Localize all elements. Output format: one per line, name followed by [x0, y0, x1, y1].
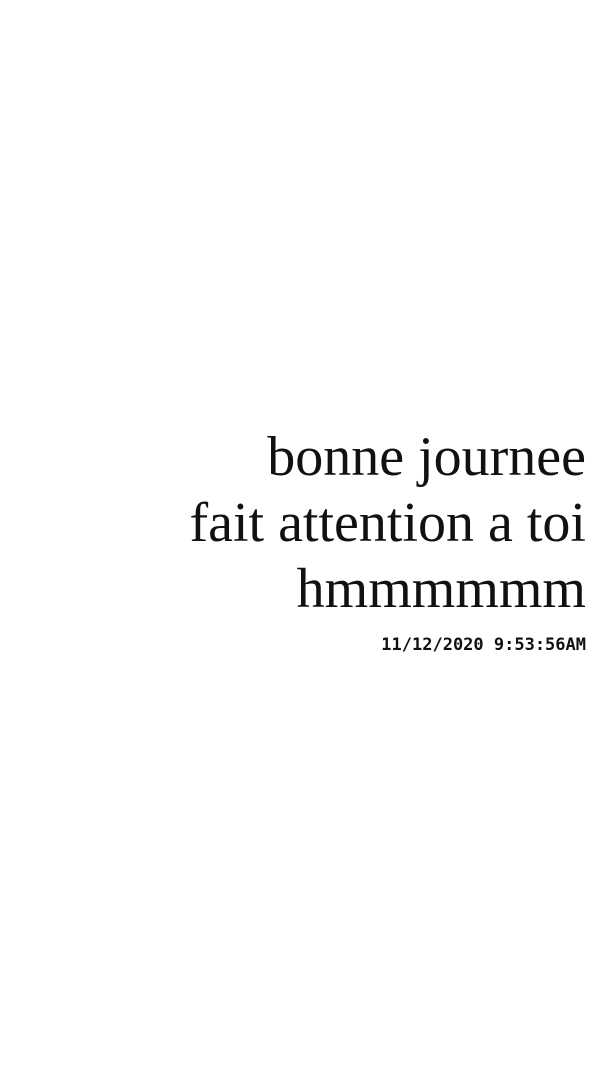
screen: { "message": { "lines": [ "bonne journee…	[0, 0, 608, 1080]
message-timestamp: 11/12/2020 9:53:56AM	[381, 635, 586, 655]
message-line-3: hmmmmmm	[296, 558, 586, 620]
message-line-1: bonne journee	[267, 426, 586, 488]
message-line-2: fait attention a toi	[189, 492, 586, 554]
message-block: bonne journee fait attention a toi hmmmm…	[66, 424, 586, 656]
